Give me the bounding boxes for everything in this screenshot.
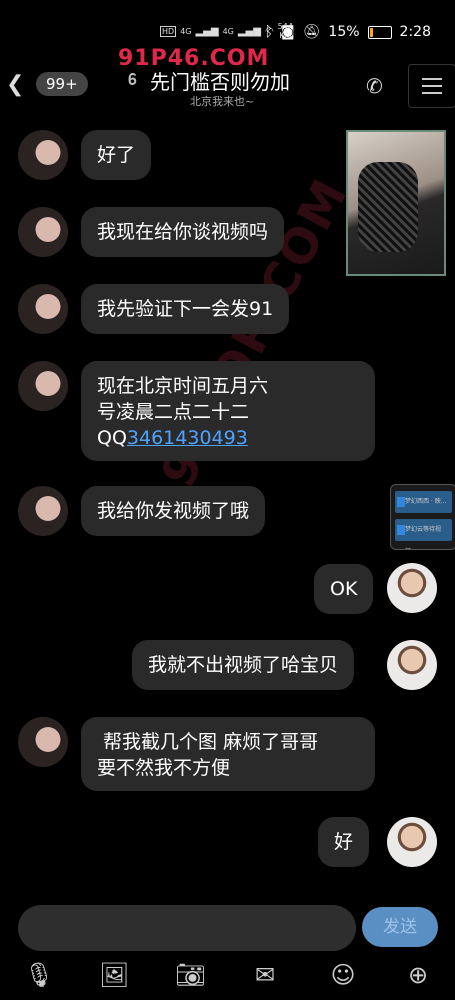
send-button[interactable]: 发送	[362, 907, 438, 947]
qq-number-link[interactable]: 3461430493	[127, 427, 248, 449]
message-bubble[interactable]: 我现在给你谈视频吗	[81, 207, 285, 257]
message-bubble[interactable]: 好	[318, 817, 370, 867]
clock: 2:28	[399, 24, 431, 40]
emoji-icon[interactable]: ☺	[328, 960, 358, 990]
qq-prefix: QQ	[97, 427, 127, 449]
message-bubble[interactable]: 我就不出视频了哈宝贝	[132, 640, 355, 690]
floating-row: 梦幻云等待视频...	[395, 519, 452, 549]
message-line: 号凌晨二点二十二	[97, 401, 250, 423]
bluetooth-icon: ᛒ	[264, 24, 274, 40]
message-line: 现在北京时间五月六	[97, 375, 269, 397]
signal-label: 4G	[180, 26, 192, 36]
avatar[interactable]	[18, 207, 68, 257]
signal-label-2: 4G	[222, 26, 234, 36]
shared-photo[interactable]	[346, 130, 446, 276]
hd-label: HD	[160, 25, 177, 37]
message-bubble[interactable]: 我给你发视频了哦	[81, 486, 266, 536]
floating-video-window[interactable]: 梦幻西西 · 映... 梦幻云等待视频...	[390, 484, 455, 550]
battery-percent: 15%	[328, 24, 360, 40]
avatar[interactable]	[18, 361, 68, 411]
signal-icon: ▂▄▆	[195, 25, 219, 37]
message-bubble[interactable]: 我先验证下一会发91	[81, 284, 290, 334]
microphone-icon[interactable]: 🎙︎	[24, 960, 54, 990]
avatar[interactable]	[387, 640, 437, 690]
chat-title[interactable]: 先门槛否则勿加	[150, 66, 290, 95]
image-icon[interactable]: 🖼︎	[99, 960, 129, 990]
avatar[interactable]	[18, 717, 68, 767]
status-right: ᛒ ◙ 🔕︎ 15% 2:28	[265, 24, 431, 40]
camera-status-icon: ◙	[281, 24, 295, 40]
avatar[interactable]	[18, 486, 68, 536]
message-bubble[interactable]: 好了	[81, 130, 152, 180]
message-line: 帮我截几个图 麻烦了哥哥	[97, 731, 319, 753]
camera-icon[interactable]: 📷︎	[175, 960, 205, 990]
signal-icon-2: ▂▄▆	[237, 25, 261, 37]
message-bubble[interactable]: 帮我截几个图 麻烦了哥哥 要不然我不方便	[81, 717, 375, 791]
battery-icon	[367, 25, 392, 39]
avatar[interactable]	[387, 817, 437, 867]
red-packet-icon[interactable]: ✉	[250, 960, 280, 990]
avatar[interactable]	[18, 284, 68, 334]
avatar[interactable]	[387, 563, 437, 613]
back-icon[interactable]: ❮	[6, 72, 24, 97]
unread-badge[interactable]: 99+	[36, 72, 88, 96]
message-input[interactable]	[18, 905, 356, 951]
plus-icon[interactable]: ⊕	[403, 960, 433, 990]
chat-header: ❮ 99+ 𝟔 先门槛否则勿加 北京我来也~ ✆	[0, 60, 455, 110]
phone-call-icon[interactable]: ✆	[366, 74, 383, 98]
menu-icon[interactable]	[408, 64, 455, 108]
message-line: 要不然我不方便	[97, 757, 231, 779]
floating-row: 梦幻西西 · 映...	[395, 491, 452, 513]
message-bubble[interactable]: OK	[314, 564, 374, 614]
mute-icon: 🔕︎	[302, 24, 321, 40]
avatar[interactable]	[18, 130, 68, 180]
message-line: QQ3461430493	[97, 425, 359, 451]
message-bubble[interactable]: 现在北京时间五月六 号凌晨二点二十二 QQ3461430493	[81, 361, 375, 461]
ear-icon: 𝟔	[128, 70, 137, 89]
chat-subtitle: 北京我来也~	[190, 95, 255, 108]
